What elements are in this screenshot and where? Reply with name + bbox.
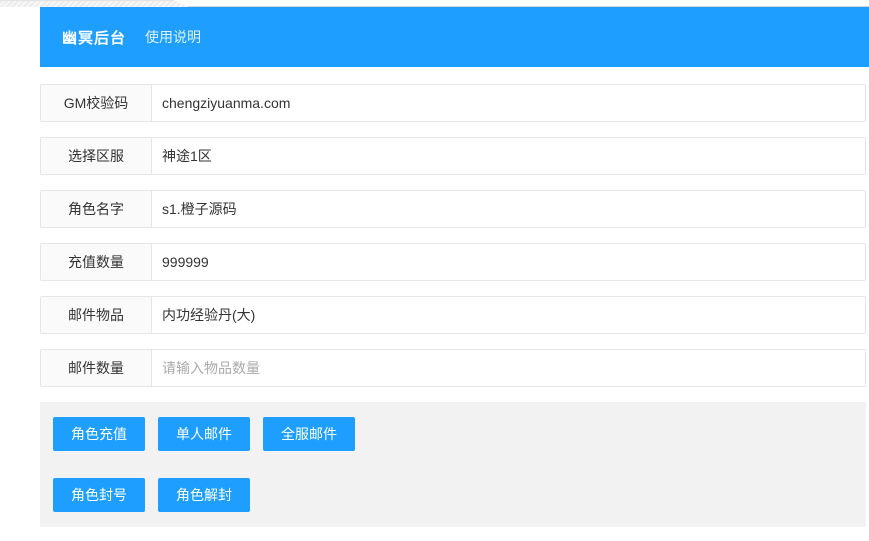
server-label: 选择区服 <box>41 138 152 174</box>
brand-title[interactable]: 幽冥后台 <box>62 27 126 48</box>
role-name-input[interactable] <box>152 191 865 227</box>
header-bar: 幽冥后台 使用说明 <box>40 7 869 67</box>
browser-tab-strip <box>0 0 869 7</box>
actions-row-primary: 角色充值 单人邮件 全服邮件 <box>53 417 852 451</box>
single-mail-button[interactable]: 单人邮件 <box>158 417 250 451</box>
actions-row-secondary: 角色封号 角色解封 <box>53 478 852 512</box>
role-recharge-button[interactable]: 角色充值 <box>53 417 145 451</box>
mail-quantity-input[interactable] <box>152 350 865 386</box>
unban-role-button[interactable]: 角色解封 <box>158 478 250 512</box>
mail-quantity-label: 邮件数量 <box>41 350 152 386</box>
form-row-mail-item: 邮件物品 <box>40 296 866 334</box>
recharge-amount-label: 充值数量 <box>41 244 152 280</box>
mail-item-label: 邮件物品 <box>41 297 152 333</box>
form-row-mail-quantity: 邮件数量 <box>40 349 866 387</box>
form-row-recharge-amount: 充值数量 <box>40 243 866 281</box>
mail-item-select[interactable] <box>152 297 865 333</box>
form-row-role-name: 角色名字 <box>40 190 866 228</box>
gm-form: GM校验码 选择区服 角色名字 充值数量 邮件物品 邮件数量 角色充值 单人邮件… <box>40 67 866 527</box>
gm-code-label: GM校验码 <box>41 85 152 121</box>
role-name-label: 角色名字 <box>41 191 152 227</box>
all-server-mail-button[interactable]: 全服邮件 <box>263 417 355 451</box>
server-select[interactable] <box>152 138 865 174</box>
form-row-server: 选择区服 <box>40 137 866 175</box>
ban-role-button[interactable]: 角色封号 <box>53 478 145 512</box>
gm-code-input[interactable] <box>152 85 865 121</box>
form-row-gm-code: GM校验码 <box>40 84 866 122</box>
nav-link-usage-guide[interactable]: 使用说明 <box>145 27 201 47</box>
recharge-amount-input[interactable] <box>152 244 865 280</box>
actions-panel: 角色充值 单人邮件 全服邮件 角色封号 角色解封 <box>40 402 866 527</box>
browser-tab-corner <box>0 0 190 7</box>
